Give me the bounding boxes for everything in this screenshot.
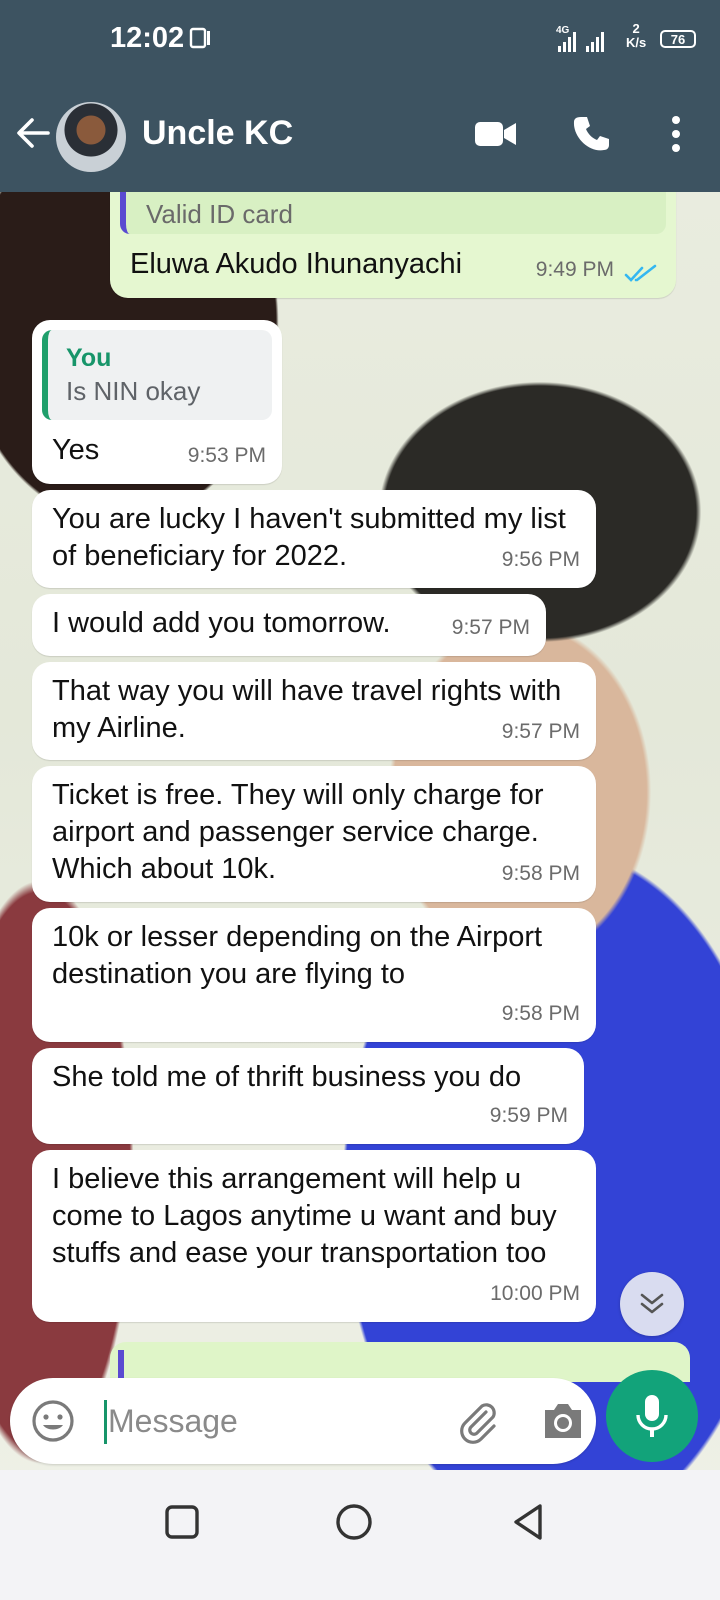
read-ticks-icon bbox=[624, 264, 657, 282]
message-bubble-outgoing-partial[interactable] bbox=[110, 1342, 690, 1382]
message-bubble-incoming[interactable]: I would add you tomorrow. 9:57 PM bbox=[32, 594, 546, 656]
system-nav-bar bbox=[0, 1470, 720, 1600]
attach-icon[interactable] bbox=[454, 1398, 500, 1444]
network-label: 4G bbox=[556, 25, 570, 36]
message-time: 9:59 PM bbox=[489, 1104, 568, 1127]
contact-name[interactable]: Uncle KC bbox=[142, 114, 293, 153]
mic-icon bbox=[636, 1395, 668, 1437]
net-speed: 2 K/s bbox=[626, 22, 646, 50]
phone-icon[interactable] bbox=[572, 114, 612, 154]
message-bubble-incoming[interactable]: Ticket is free. They will only charge fo… bbox=[32, 766, 596, 902]
quoted-message[interactable]: Valid ID card bbox=[120, 192, 666, 234]
mic-button[interactable] bbox=[606, 1370, 698, 1462]
message-bubble-incoming[interactable]: You Is NIN okay Yes 9:53 PM bbox=[32, 320, 282, 484]
recents-icon[interactable] bbox=[160, 1500, 204, 1544]
message-time: 9:56 PM bbox=[501, 548, 580, 571]
camera-icon[interactable] bbox=[540, 1400, 586, 1442]
back-icon[interactable] bbox=[506, 1500, 550, 1544]
message-text: Yes bbox=[52, 434, 100, 466]
message-time: 9:58 PM bbox=[501, 862, 580, 885]
video-call-icon[interactable] bbox=[474, 118, 518, 150]
message-text: I believe this arrangement will help u c… bbox=[52, 1163, 557, 1269]
message-bubble-outgoing[interactable]: Valid ID card Eluwa Akudo Ihunanyachi 9:… bbox=[110, 192, 676, 298]
message-time: 9:53 PM bbox=[187, 444, 266, 467]
avatar[interactable] bbox=[56, 102, 126, 172]
message-bubble-incoming[interactable]: I believe this arrangement will help u c… bbox=[32, 1150, 596, 1322]
more-vert-icon[interactable] bbox=[664, 114, 688, 154]
chat-header: Uncle KC bbox=[0, 80, 720, 192]
back-arrow-icon[interactable] bbox=[14, 114, 52, 152]
message-text: That way you will have travel rights wit… bbox=[52, 675, 562, 744]
quoted-message[interactable]: You Is NIN okay bbox=[42, 330, 272, 420]
message-composer bbox=[10, 1378, 596, 1464]
message-text: Eluwa Akudo Ihunanyachi bbox=[130, 248, 463, 280]
battery-level: 76 bbox=[670, 31, 686, 47]
emoji-icon[interactable] bbox=[30, 1398, 76, 1444]
quoted-text: Is NIN okay bbox=[66, 376, 201, 406]
net-speed-value: 2 bbox=[632, 21, 640, 36]
message-bubble-incoming[interactable]: That way you will have travel rights wit… bbox=[32, 662, 596, 760]
text-cursor bbox=[104, 1400, 107, 1444]
sim-icon bbox=[189, 27, 210, 49]
chat-area[interactable]: Valid ID card Eluwa Akudo Ihunanyachi 9:… bbox=[0, 192, 720, 1504]
home-icon[interactable] bbox=[332, 1500, 376, 1544]
message-bubble-incoming[interactable]: You are lucky I haven't submitted my lis… bbox=[32, 490, 596, 588]
message-time: 9:57 PM bbox=[501, 720, 580, 743]
message-time: 10:00 PM bbox=[490, 1282, 580, 1305]
scroll-down-button[interactable] bbox=[620, 1272, 684, 1336]
message-text: She told me of thrift business you do bbox=[52, 1061, 522, 1093]
battery-icon: 76 bbox=[660, 30, 696, 48]
quoted-text: Valid ID card bbox=[146, 199, 293, 229]
double-chevron-down-icon bbox=[640, 1293, 664, 1314]
message-time: 9:58 PM bbox=[501, 1002, 580, 1025]
message-text: You are lucky I haven't submitted my lis… bbox=[52, 503, 566, 572]
message-time: 9:57 PM bbox=[451, 616, 530, 639]
status-time: 12:02 bbox=[110, 22, 185, 54]
message-bubble-incoming[interactable]: She told me of thrift business you do 9:… bbox=[32, 1048, 584, 1144]
message-time: 9:49 PM bbox=[535, 258, 614, 281]
message-text: Ticket is free. They will only charge fo… bbox=[52, 779, 544, 885]
message-bubble-incoming[interactable]: 10k or lesser depending on the Airport d… bbox=[32, 908, 596, 1042]
net-speed-unit: K/s bbox=[626, 35, 647, 50]
status-bar: 12:02 4G 2 K/s 76 bbox=[0, 0, 720, 80]
quoted-author: You bbox=[66, 344, 112, 372]
message-input[interactable] bbox=[108, 1392, 428, 1450]
message-text: 10k or lesser depending on the Airport d… bbox=[52, 921, 543, 990]
